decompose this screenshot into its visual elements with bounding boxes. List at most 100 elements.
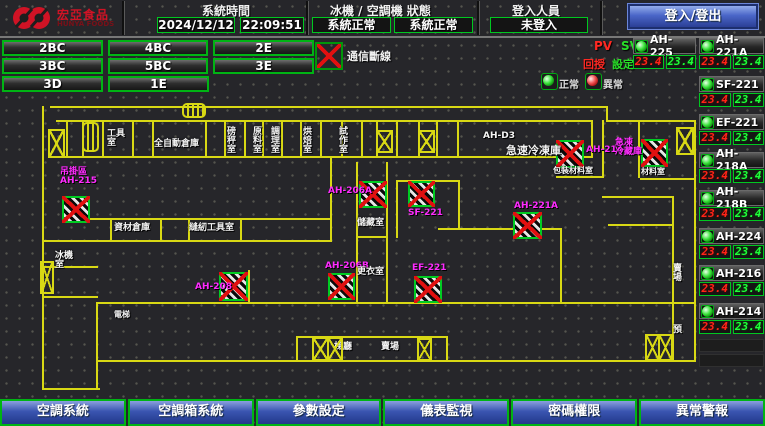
device-name: AH-224 <box>716 230 761 243</box>
system-date-value: 2024/12/12 <box>157 17 235 33</box>
sv-value: 23.4 <box>733 55 765 69</box>
floor-button-4bc[interactable]: 4BC <box>108 40 209 56</box>
room-label: 賣場 <box>381 343 399 352</box>
abnormal-led-icon <box>585 73 602 90</box>
wall-segment <box>262 120 264 158</box>
floor-button-2e[interactable]: 2E <box>213 40 314 56</box>
floor-button-1e[interactable]: 1E <box>108 76 209 92</box>
marker-label-ah-206a: AH-206A <box>328 187 372 196</box>
device-values-sf-221: 23.423.4 <box>699 93 764 107</box>
x-cell <box>678 129 692 153</box>
device-name: SF-221 <box>716 78 759 91</box>
device-name-panel-ah-218a[interactable]: AH-218A <box>699 152 764 168</box>
logo-subtitle: HUNYA FOODS <box>57 20 114 28</box>
nav-button-3[interactable]: 參數設定 <box>256 399 382 426</box>
offline-marker-freezer[interactable] <box>641 139 668 167</box>
room-label: 全自動倉庫 <box>154 140 199 149</box>
pv-value: 23.4 <box>699 169 731 183</box>
device-name: EF-221 <box>716 116 758 129</box>
device-values-ah-221a: 23.423.4 <box>699 55 764 69</box>
floor-selector: 2BC 4BC2E 3BC 5BC3E 3D 1E <box>2 40 314 94</box>
room-label: 賣場 <box>671 263 680 281</box>
empty-device-slot <box>699 339 764 352</box>
wall-segment <box>56 120 592 122</box>
staircase-icon <box>82 122 99 152</box>
stair-x-symbol <box>48 129 65 158</box>
stair-x-symbol <box>417 338 432 361</box>
wall-segment <box>457 120 459 158</box>
wall-segment <box>396 180 398 238</box>
nav-button-4[interactable]: 儀表監視 <box>383 399 509 426</box>
run-led-icon <box>701 40 714 53</box>
floor-button-2bc[interactable]: 2BC <box>2 40 103 56</box>
wall-segment <box>132 120 134 158</box>
marker-label-ef-221: EF-221 <box>412 264 447 273</box>
pv-value: 23.4 <box>699 282 731 296</box>
sv-value: 23.4 <box>733 320 765 334</box>
nav-button-5[interactable]: 密碼權限 <box>511 399 637 426</box>
pv-value: 23.4 <box>699 55 731 69</box>
device-name-panel[interactable]: AH-225 <box>633 38 696 54</box>
nav-button-2[interactable]: 空調箱系統 <box>128 399 254 426</box>
offline-marker-sf-221[interactable] <box>408 181 435 207</box>
floor-button-3e[interactable]: 3E <box>213 58 314 74</box>
empty-device-slot <box>699 354 764 367</box>
stair-x-symbol <box>312 337 343 361</box>
device-name-panel-sf-221[interactable]: SF-221 <box>699 76 764 92</box>
room-label: 試作室 <box>337 126 346 153</box>
x-cell <box>658 336 671 359</box>
wall-segment <box>556 176 604 178</box>
comm-loss-label: 通信斷線 <box>347 48 391 64</box>
device-name-panel-ah-224[interactable]: AH-224 <box>699 228 764 244</box>
run-led-icon <box>701 305 714 318</box>
floor-button-3bc[interactable]: 3BC <box>2 58 103 74</box>
nav-button-1[interactable]: 空調系統 <box>0 399 126 426</box>
offline-marker-ef-221[interactable] <box>414 276 442 303</box>
run-led-icon <box>701 78 714 91</box>
device-values-ah-218b: 23.423.4 <box>699 207 764 221</box>
header-divider <box>122 1 125 35</box>
wall-segment <box>438 228 562 230</box>
pv-value: 23.4 <box>699 245 731 259</box>
wall-segment <box>50 106 608 108</box>
device-name: AH-216 <box>716 267 761 280</box>
wall-segment <box>602 196 674 198</box>
wall-segment <box>560 228 562 302</box>
device-name-panel-ef-221[interactable]: EF-221 <box>699 114 764 130</box>
wall-segment <box>110 218 112 242</box>
device-name-panel-ah-216[interactable]: AH-216 <box>699 265 764 281</box>
room-label: 急速冷凍庫 <box>506 146 561 155</box>
login-logout-button[interactable]: 登入/登出 <box>628 4 758 29</box>
device-name-panel-ah-214[interactable]: AH-214 <box>699 303 764 319</box>
room-label: 烘焙室 <box>301 126 310 153</box>
x-cell <box>327 339 342 359</box>
offline-marker-ah-215[interactable] <box>62 196 90 223</box>
offline-marker-ah-221a[interactable] <box>513 212 542 239</box>
wall-segment <box>42 106 44 390</box>
hunya-logo-icon <box>8 3 54 33</box>
pv-value: 23.4 <box>699 93 731 107</box>
device-name-panel-ah-221a[interactable]: AH-221A <box>699 38 764 54</box>
wall-segment <box>608 224 672 226</box>
staircase-icon <box>182 103 206 118</box>
sv-value: 23.4 <box>666 55 697 69</box>
run-led-icon <box>701 192 714 205</box>
marker-label-freezer: 急凍冷藏庫 <box>615 139 642 157</box>
pv-value: 23.4 <box>699 207 731 221</box>
device-values-ah-216: 23.423.4 <box>699 282 764 296</box>
wall-segment <box>205 120 207 158</box>
nav-button-6[interactable]: 異常警報 <box>639 399 765 426</box>
x-cell <box>420 132 433 151</box>
device-name-panel-ah-218b[interactable]: AH-218B <box>699 190 764 206</box>
device-ah-225: AH-225 23.4 23.4 <box>633 38 696 70</box>
offline-marker-ah-206b[interactable] <box>328 273 355 300</box>
wall-segment <box>320 120 322 158</box>
room-label: 原料室 <box>251 126 260 153</box>
pv-legend: PV <box>594 39 612 53</box>
wall-segment <box>42 240 332 242</box>
sv-value: 23.4 <box>733 131 765 145</box>
room-label: 電梯 <box>114 310 130 319</box>
floor-button-3d[interactable]: 3D <box>2 76 103 92</box>
floor-button-5bc[interactable]: 5BC <box>108 58 209 74</box>
wall-segment <box>42 388 100 390</box>
